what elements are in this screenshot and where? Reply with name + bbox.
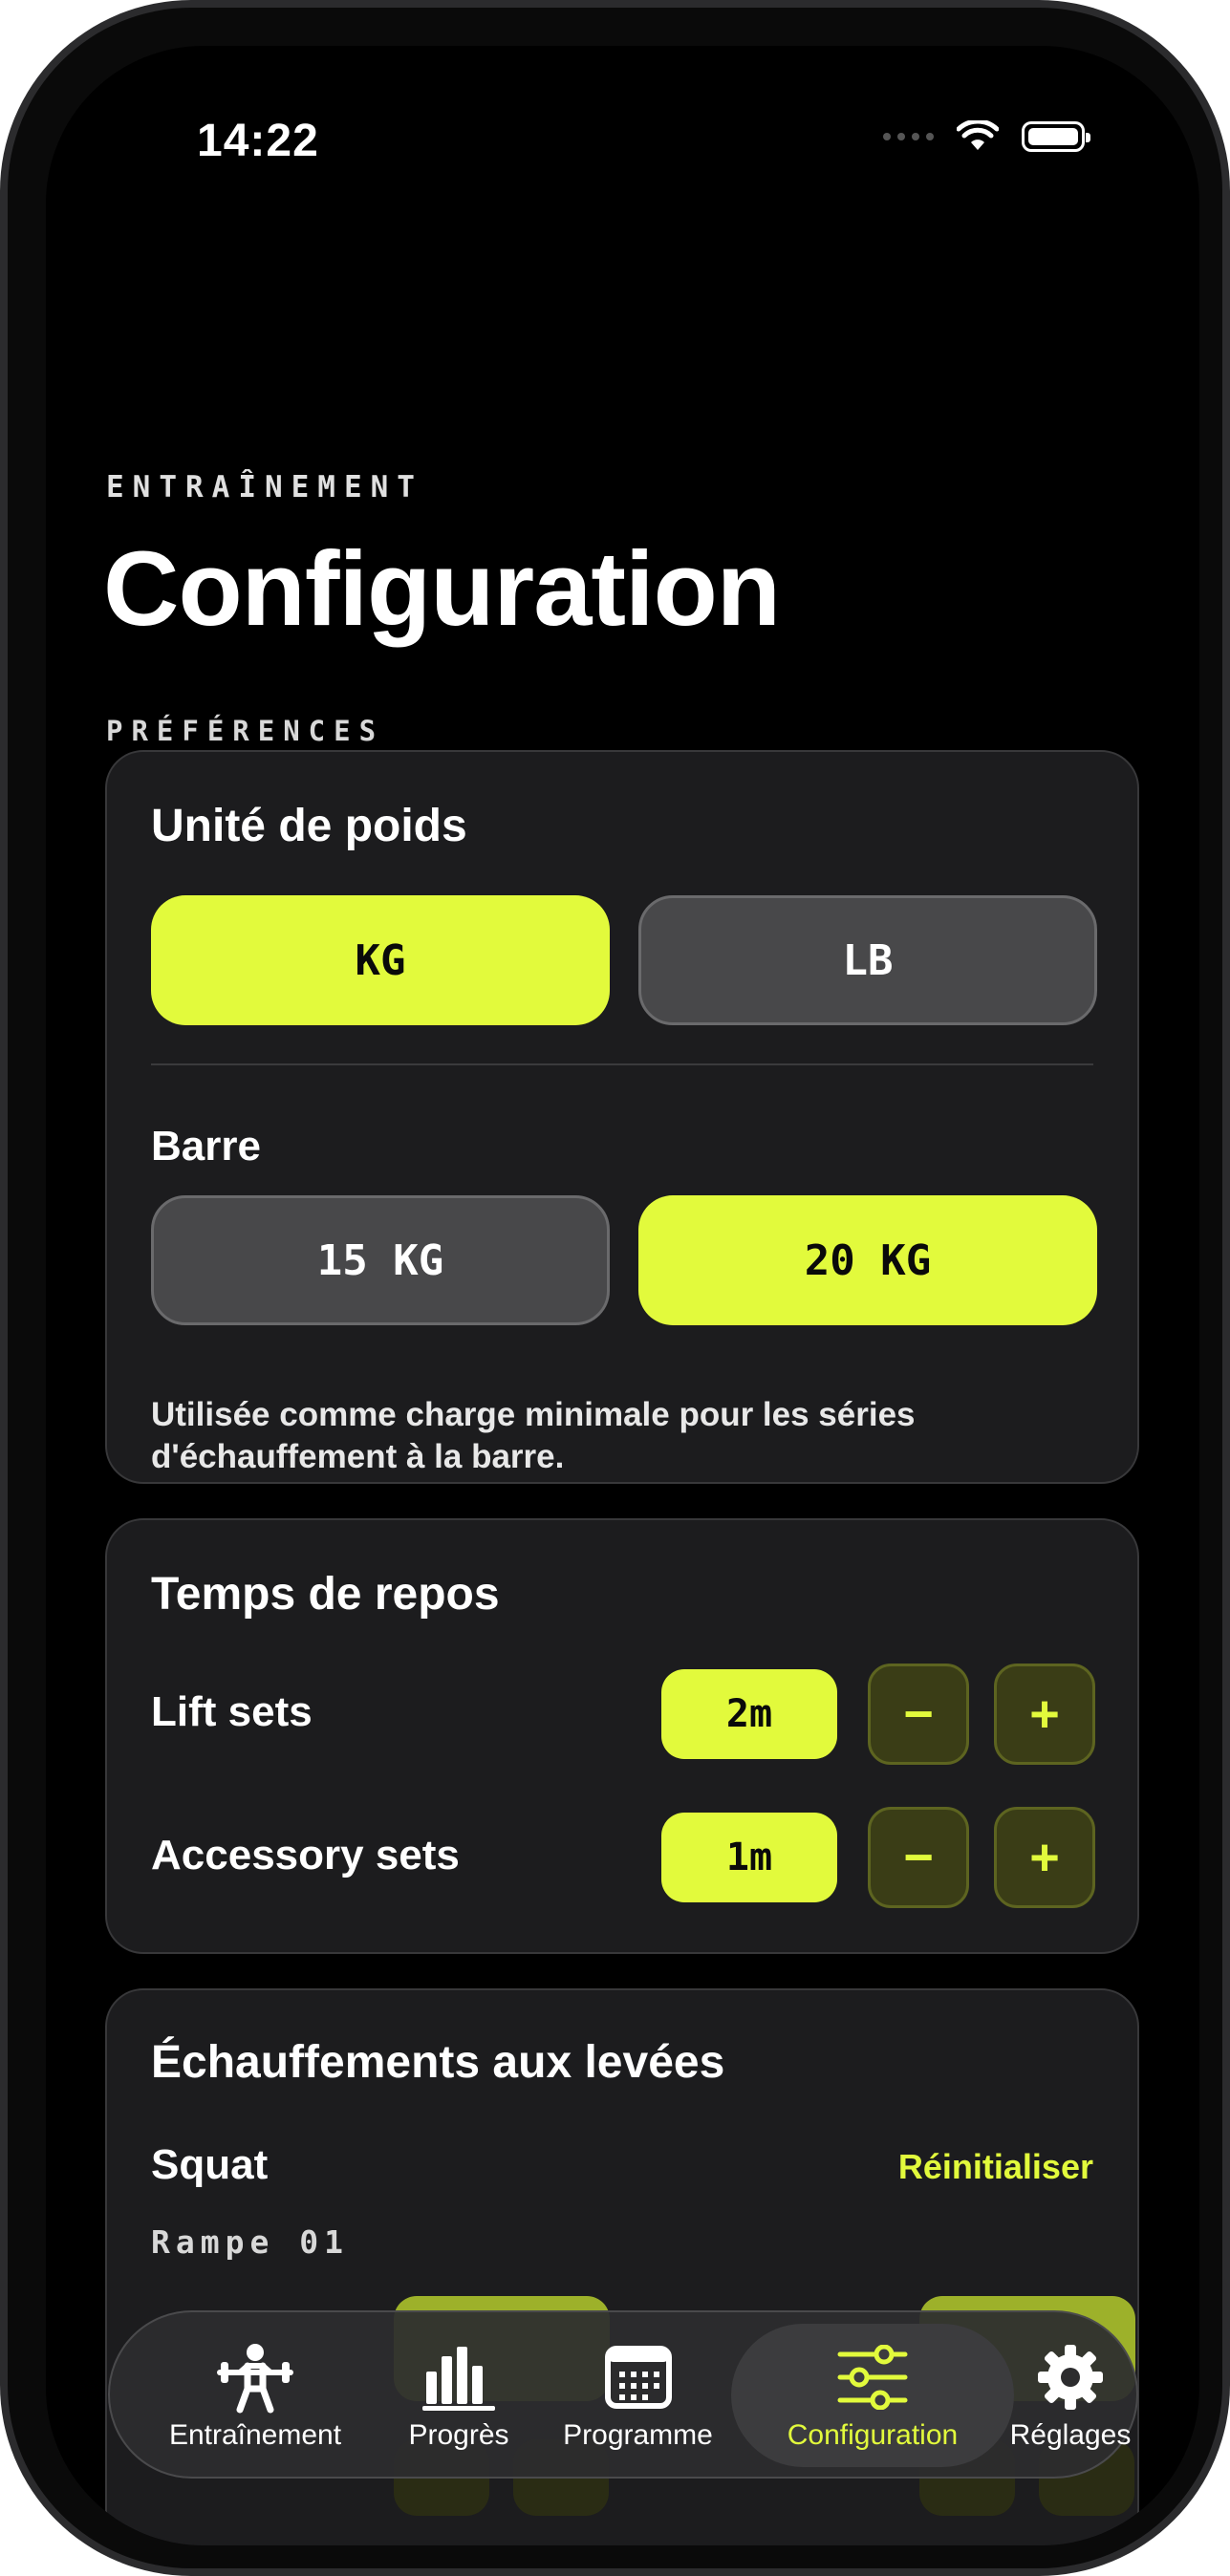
bar-chart-icon: [418, 2341, 500, 2414]
tab-label: Progrès: [408, 2419, 509, 2451]
rest-time-title: Temps de repos: [151, 1569, 500, 1620]
weightlifter-icon: [214, 2341, 296, 2414]
screen: 14:22 ENTRAÎNEMENT Configuration PRÉFÉRE…: [46, 46, 1199, 2545]
warmups-title: Échauffements aux levées: [151, 2037, 725, 2088]
tab-label: Entraînement: [168, 2419, 342, 2451]
lift-sets-label: Lift sets: [151, 1688, 313, 1735]
tab-programme[interactable]: Programme: [554, 2312, 722, 2480]
calendar-icon: [597, 2341, 680, 2414]
unit-kg-button[interactable]: KG: [151, 895, 610, 1025]
status-icons: [883, 120, 1090, 153]
lift-name: Squat: [151, 2141, 269, 2188]
lift-sets-minus-button[interactable]: −: [868, 1664, 969, 1765]
preferences-card: Unité de poids KG LB Barre 15 KG 20 KG U…: [105, 750, 1139, 1484]
tab-label: Configuration: [787, 2419, 959, 2451]
accessory-sets-value: 1m: [661, 1813, 837, 1902]
battery-icon: [1022, 121, 1090, 152]
gear-icon: [1029, 2341, 1111, 2414]
sliders-icon: [831, 2341, 914, 2414]
wifi-icon: [957, 120, 999, 150]
accessory-sets-plus-button[interactable]: +: [994, 1807, 1095, 1908]
tab-entrainement[interactable]: Entraînement: [160, 2312, 351, 2480]
bar-title: Barre: [151, 1123, 261, 1170]
bar-20kg-button[interactable]: 20 KG: [638, 1195, 1097, 1325]
bar-help-text: Utilisée comme charge minimale pour les …: [151, 1396, 916, 1475]
divider: [151, 1063, 1093, 1065]
reset-link[interactable]: Réinitialiser: [898, 2147, 1093, 2187]
unit-lb-button[interactable]: LB: [638, 895, 1097, 1025]
tab-configuration[interactable]: Configuration: [750, 2312, 995, 2480]
bar-15kg-button[interactable]: 15 KG: [151, 1195, 610, 1325]
rest-time-card: Temps de repos Lift sets 2m − + Accessor…: [105, 1518, 1139, 1954]
phone-frame: 14:22 ENTRAÎNEMENT Configuration PRÉFÉRE…: [0, 0, 1230, 2576]
tab-label: Réglages: [1009, 2419, 1132, 2451]
phone-bezel: 14:22 ENTRAÎNEMENT Configuration PRÉFÉRE…: [8, 8, 1222, 2568]
tab-reglages[interactable]: Réglages: [1003, 2312, 1137, 2480]
accessory-sets-label: Accessory sets: [151, 1832, 460, 1878]
status-time: 14:22: [197, 116, 319, 166]
page-title: Configuration: [103, 530, 781, 648]
tab-bar: Entraînement Progrès Programme Configura…: [108, 2310, 1138, 2479]
section-label: PRÉFÉRENCES: [106, 715, 385, 747]
weight-unit-title: Unité de poids: [151, 801, 467, 851]
lift-sets-value: 2m: [661, 1669, 837, 1759]
page-eyebrow: ENTRAÎNEMENT: [106, 470, 423, 504]
lift-sets-plus-button[interactable]: +: [994, 1664, 1095, 1765]
accessory-sets-minus-button[interactable]: −: [868, 1807, 969, 1908]
tab-progres[interactable]: Progrès: [387, 2312, 530, 2480]
tab-label: Programme: [563, 2419, 713, 2451]
signal-dots-icon: [883, 133, 934, 140]
ramp-label: Rampe 01: [151, 2223, 349, 2261]
